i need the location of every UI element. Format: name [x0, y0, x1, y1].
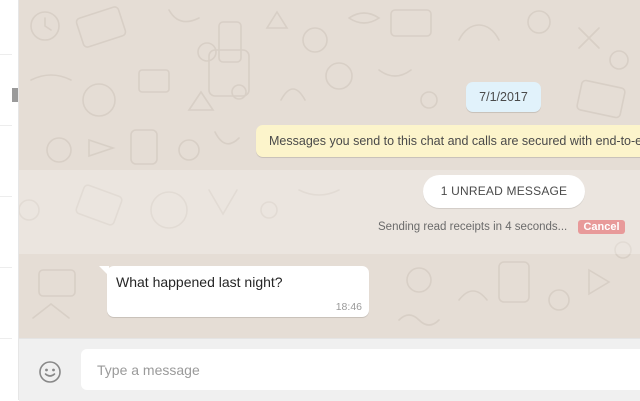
message-timestamp: 18:46 — [335, 301, 362, 313]
unread-messages-badge: 1 UNREAD MESSAGE — [423, 175, 585, 208]
message-text: What happened last night? — [116, 274, 283, 290]
read-receipts-notice: Sending read receipts in 4 seconds... Ca… — [378, 218, 640, 236]
date-chip: 7/1/2017 — [466, 82, 541, 112]
compose-bar — [19, 338, 640, 401]
bubble-tail — [99, 266, 109, 276]
cancel-receipts-button[interactable]: Cancel — [578, 220, 625, 234]
encryption-notice[interactable]: Messages you send to this chat and calls… — [256, 125, 640, 157]
divider — [0, 196, 12, 197]
scroll-marker[interactable] — [12, 88, 18, 102]
divider — [0, 267, 12, 268]
divider — [0, 125, 12, 126]
message-input[interactable] — [81, 349, 640, 390]
divider — [0, 338, 12, 339]
divider — [0, 54, 12, 55]
smiley-icon[interactable] — [38, 360, 62, 384]
read-receipts-text: Sending read receipts in 4 seconds... — [378, 221, 568, 233]
conversation-panel[interactable]: 7/1/2017 Messages you send to this chat … — [19, 0, 640, 338]
chat-list-edge — [0, 0, 19, 400]
incoming-message-bubble[interactable]: What happened last night? 18:46 — [99, 266, 369, 317]
